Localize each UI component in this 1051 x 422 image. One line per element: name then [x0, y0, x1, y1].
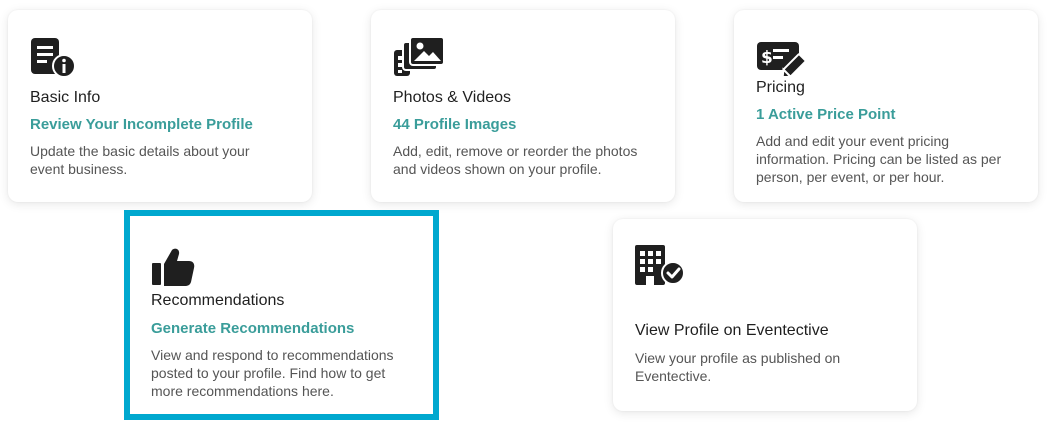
photos-videos-card[interactable]: Photos & Videos 44 Profile Images Add, e… [371, 10, 675, 202]
recommendations-title: Recommendations [151, 292, 285, 309]
view-profile-title[interactable]: View Profile on Eventective [635, 322, 829, 340]
basic-info-description: Update the basic details about your even… [30, 143, 250, 177]
pricing-description: Add and edit your event pricing informat… [756, 133, 1002, 185]
photos-videos-title: Photos & Videos [393, 89, 512, 106]
thumbs-up-icon [151, 247, 195, 287]
view-profile-description: View your profile as published on Evente… [635, 350, 841, 384]
document-info-icon [30, 36, 76, 82]
generate-recommendations-link[interactable]: Generate Recommendations [151, 320, 354, 337]
building-check-icon [634, 243, 686, 287]
recommendations-card[interactable]: Recommendations Generate Recommendations… [124, 210, 439, 420]
pricing-title: Pricing [756, 79, 805, 96]
basic-info-card[interactable]: Basic Info Review Your Incomplete Profil… [8, 10, 312, 202]
price-edit-icon: $ [756, 40, 808, 76]
photos-videos-description: Add, edit, remove or reorder the photos … [393, 143, 638, 177]
recommendations-description: View and respond to recommendations post… [151, 347, 394, 399]
pricing-card[interactable]: $ Pricing 1 Active Price Point Add and e… [734, 10, 1038, 202]
photo-gallery-icon [393, 36, 445, 78]
review-profile-link[interactable]: Review Your Incomplete Profile [30, 116, 253, 133]
view-profile-card[interactable]: View Profile on Eventective View your pr… [613, 219, 917, 411]
basic-info-title: Basic Info [30, 89, 101, 106]
profile-images-link[interactable]: 44 Profile Images [393, 116, 516, 133]
svg-text:$: $ [761, 48, 773, 68]
active-price-point-link[interactable]: 1 Active Price Point [756, 106, 896, 123]
